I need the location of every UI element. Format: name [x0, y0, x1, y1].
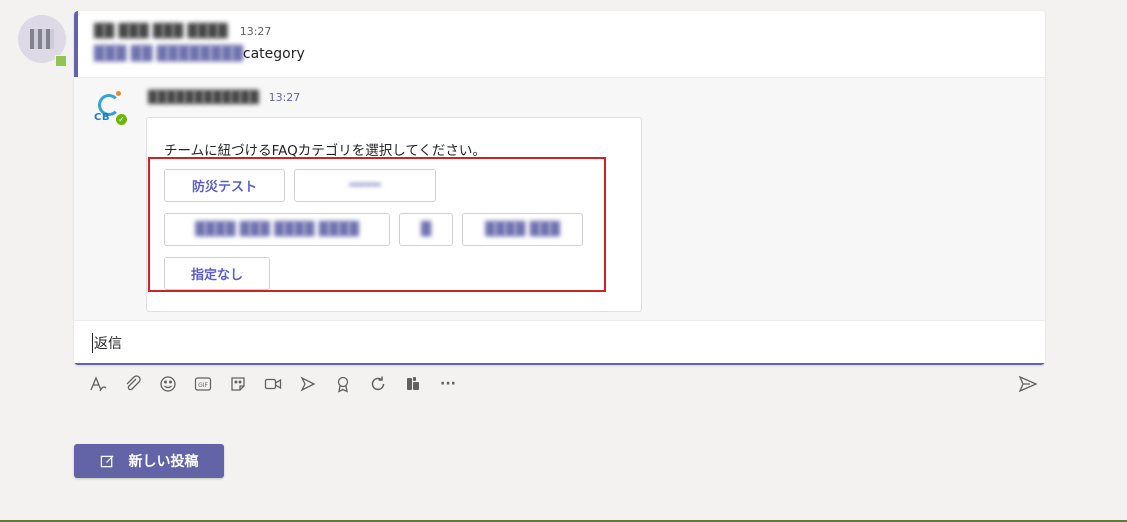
bot-timestamp: 13:27: [268, 91, 301, 104]
presence-indicator: [55, 55, 67, 67]
bot-verified-icon: ✓: [116, 114, 127, 125]
post-body-text: category: [242, 46, 305, 62]
post-header: ██ ███ ███ ████ 13:27: [94, 24, 271, 39]
post-timestamp: 13:27: [239, 25, 272, 38]
post-author[interactable]: ██ ███ ███ ████: [94, 24, 228, 39]
card-prompt: チームに紐づけるFAQカテゴリを選択してください。: [164, 143, 486, 159]
stream-icon[interactable]: [296, 372, 320, 396]
bot-logo-text: CB: [94, 112, 110, 123]
loop-icon[interactable]: [366, 372, 390, 396]
format-icon[interactable]: [86, 372, 110, 396]
post-body: ███ ██ ████████category: [94, 46, 305, 62]
more-icon-glyph: ···: [440, 376, 456, 392]
more-icon[interactable]: ···: [436, 372, 460, 396]
sticker-icon[interactable]: [226, 372, 250, 396]
compose-icon: [100, 454, 114, 467]
compose-toolbar: GIF ···: [86, 372, 471, 396]
post-mention[interactable]: ███ ██ ████████: [94, 46, 243, 62]
attach-icon[interactable]: [121, 372, 145, 396]
bot-name[interactable]: ████████████: [148, 90, 259, 104]
gif-icon-label: GIF: [198, 382, 208, 389]
apps-icon[interactable]: [401, 372, 425, 396]
reply-input[interactable]: 返信: [92, 333, 994, 353]
highlight-annotation-box: [148, 157, 606, 292]
bot-avatar[interactable]: CB ✓: [94, 91, 130, 127]
thread-accent-bar: [74, 11, 78, 77]
new-post-button[interactable]: 新しい投稿: [74, 444, 224, 478]
reply-compose-box[interactable]: 返信: [74, 320, 1045, 365]
bot-header: ████████████ 13:27: [148, 90, 300, 104]
send-icon[interactable]: [1016, 372, 1040, 396]
emoji-icon[interactable]: [156, 372, 180, 396]
new-post-label: 新しい投稿: [128, 454, 199, 470]
avatar-image: [30, 29, 54, 49]
meet-icon[interactable]: [261, 372, 285, 396]
gif-icon[interactable]: GIF: [191, 372, 215, 396]
bot-logo-dot: [116, 91, 121, 96]
praise-icon[interactable]: [331, 372, 355, 396]
